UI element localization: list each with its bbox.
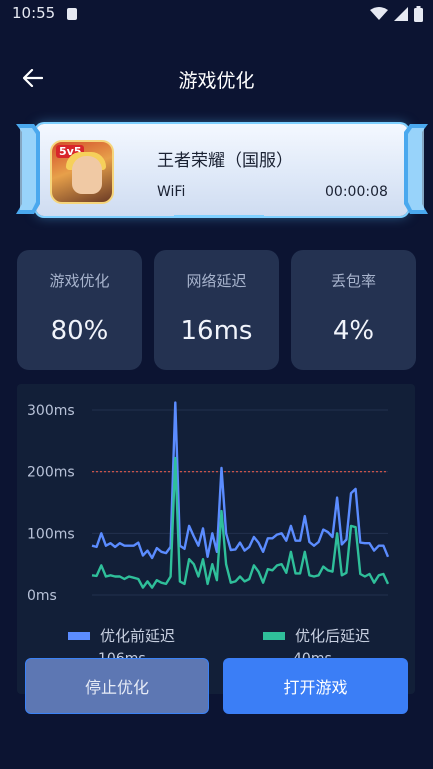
stat-label: 网络延迟 (186, 272, 247, 290)
battery-icon (414, 6, 423, 22)
app-header: 游戏优化 (0, 56, 433, 100)
game-name: 王者荣耀（国服） (157, 151, 293, 171)
stat-card-latency: 网络延迟 16ms (154, 250, 279, 370)
page-title: 游戏优化 (178, 70, 255, 92)
stat-label: 游戏优化 (49, 272, 110, 290)
legend-after: 优化后延迟 (263, 625, 370, 646)
legend-label-after: 优化后延迟 (295, 627, 371, 645)
wifi-icon (370, 7, 388, 20)
status-bar: 10:55 (0, 0, 433, 28)
latency-chart-panel (17, 384, 415, 694)
stat-value: 16ms (180, 316, 253, 346)
notification-icon (67, 8, 77, 20)
legend-before: 优化前延迟 (68, 625, 175, 646)
signal-icon (394, 7, 408, 21)
status-time: 10:55 (12, 4, 56, 22)
status-indicators (370, 6, 423, 22)
open-game-button[interactable]: 打开游戏 (223, 658, 408, 714)
stat-value: 80% (50, 316, 109, 346)
acceleration-timer: 00:00:08 (325, 184, 388, 200)
stat-card-optimization: 游戏优化 80% (17, 250, 142, 370)
stop-optimization-button[interactable]: 停止优化 (25, 658, 209, 714)
stat-label: 丢包率 (330, 272, 376, 290)
network-type: WiFi (157, 184, 186, 200)
game-app-icon: 5v5 (50, 140, 114, 204)
stat-card-packet-loss: 丢包率 4% (291, 250, 416, 370)
stat-value: 4% (332, 316, 375, 346)
legend-label-before: 优化前延迟 (100, 627, 176, 645)
legend-swatch-after (263, 631, 285, 640)
legend-swatch-before (68, 631, 90, 640)
